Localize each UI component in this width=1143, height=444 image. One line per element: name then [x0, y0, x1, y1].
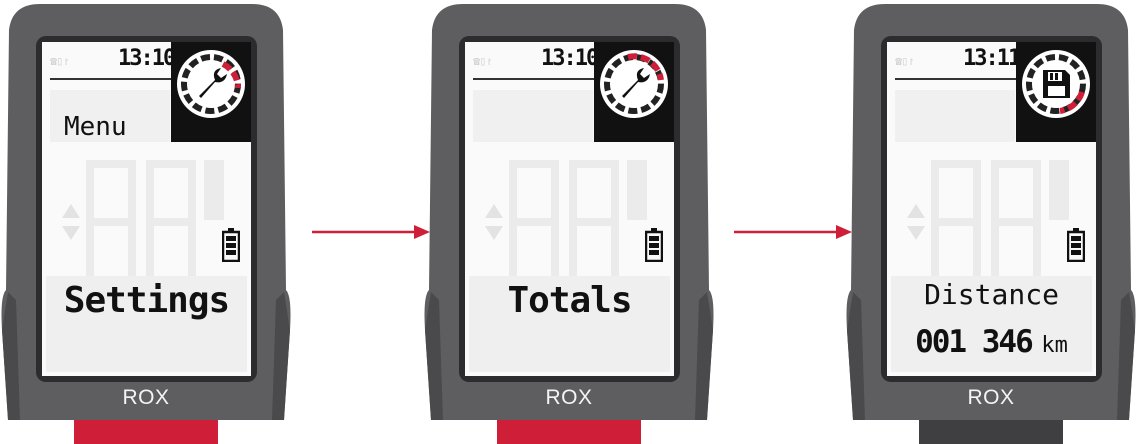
mode-label: Menu: [64, 112, 127, 142]
wrench-icon: [177, 50, 245, 118]
screen: ☎▯↾ 13:10 Menu Settings: [42, 42, 251, 376]
device-step-1: ☎▯↾ 13:10 Menu Settings ROX: [0, 0, 292, 444]
top-field-background: [473, 90, 593, 142]
device-step-3: ☎▯↾ 13:11 Distance 001 346 km ROX: [845, 0, 1137, 444]
battery-icon: [1066, 228, 1086, 263]
status-divider: [473, 78, 595, 80]
brand-label: ROX: [122, 386, 170, 409]
status-divider: [895, 78, 1017, 80]
floppy-disk-icon: [1022, 50, 1090, 118]
wrench-icon: [600, 50, 668, 118]
clock-time: 13:10: [541, 46, 599, 71]
up-down-arrows: [483, 202, 505, 242]
clock-time: 13:10: [118, 46, 176, 71]
clock-time: 13:11: [963, 46, 1021, 71]
field-label: Distance: [924, 278, 1059, 311]
segment-digits-background: [509, 160, 649, 284]
screen: ☎▯↾ 13:10 Totals: [465, 42, 674, 376]
status-icons: ☎▯↾: [50, 54, 70, 68]
main-value: Settings: [63, 280, 230, 321]
brand-label: ROX: [545, 386, 593, 409]
status-icons: ☎▯↾: [895, 54, 915, 68]
arrow-right-icon: [312, 225, 430, 239]
segment-digits-background: [931, 160, 1071, 284]
field-value: 001 346: [915, 324, 1034, 360]
screen: ☎▯↾ 13:11 Distance 001 346 km: [887, 42, 1096, 376]
up-down-arrows: [60, 202, 82, 242]
brand-label: ROX: [967, 386, 1015, 409]
field-value-row: 001 346 km: [887, 324, 1096, 360]
arrow-right-icon: [734, 225, 852, 239]
mode-badge: [171, 42, 251, 142]
top-field-background: [895, 90, 1015, 142]
status-bar: ☎▯↾ 13:11: [889, 44, 1021, 80]
status-divider: [50, 78, 172, 80]
mode-badge: [1016, 42, 1096, 142]
mode-badge: [594, 42, 674, 142]
up-down-arrows: [905, 202, 927, 242]
status-bar: ☎▯↾ 13:10: [467, 44, 599, 80]
status-icons: ☎▯↾: [473, 54, 493, 68]
segment-digits-background: [86, 160, 226, 284]
battery-icon: [221, 228, 241, 263]
field-unit: km: [1041, 333, 1068, 358]
device-step-2: ☎▯↾ 13:10 Totals ROX: [423, 0, 715, 444]
battery-icon: [644, 228, 664, 263]
status-bar: ☎▯↾ 13:10: [44, 44, 176, 80]
main-value: Totals: [507, 280, 632, 321]
